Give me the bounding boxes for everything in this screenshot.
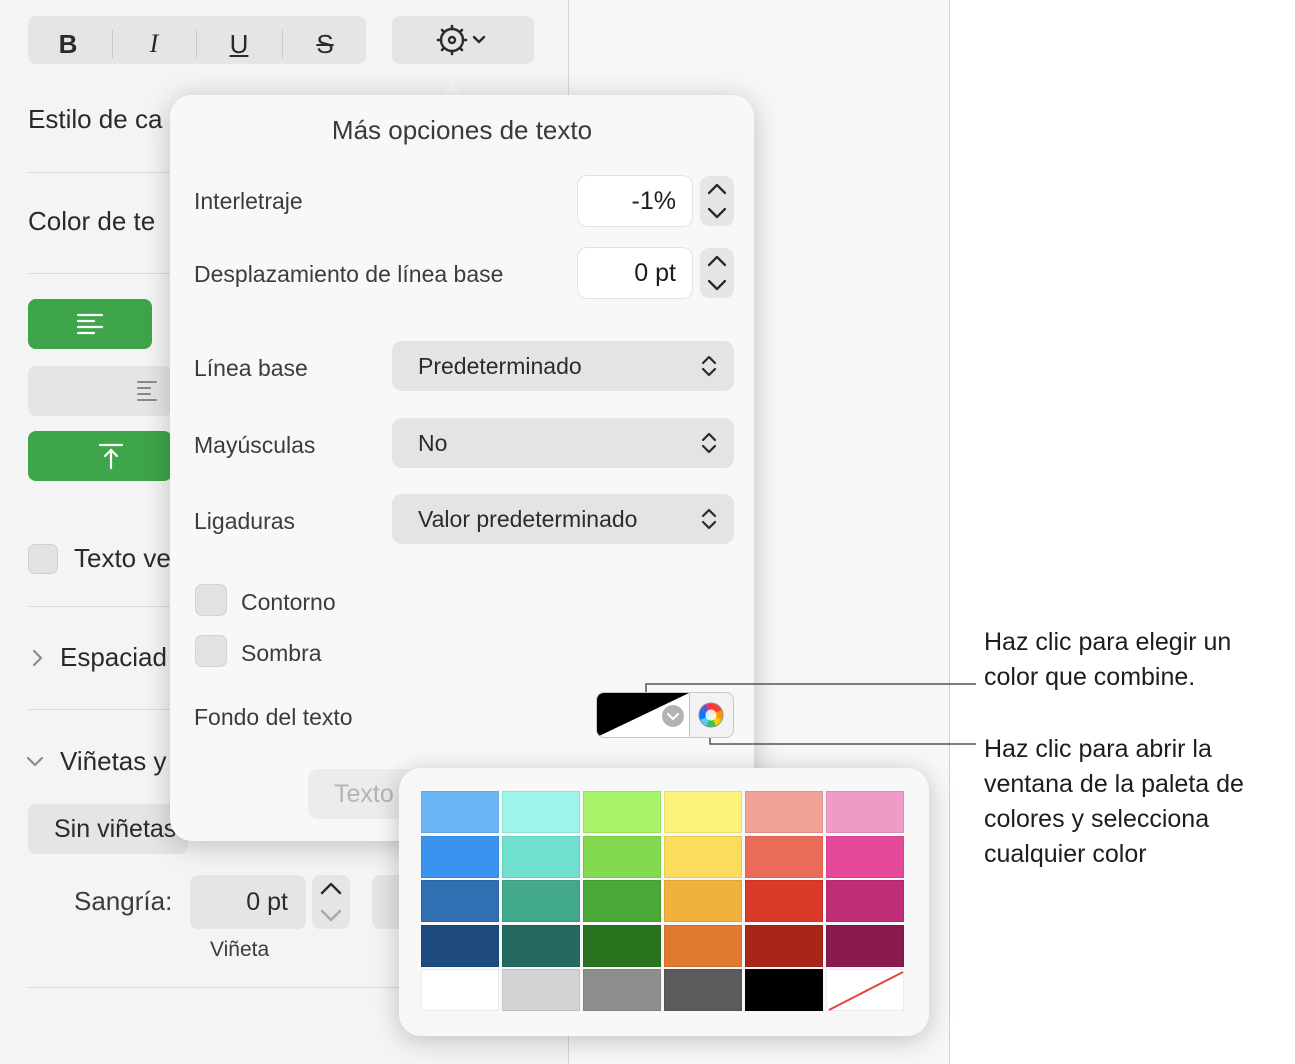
color-swatch[interactable]: [421, 924, 499, 967]
baseline-shift-stepper[interactable]: [700, 248, 734, 298]
indent-field[interactable]: 0 pt: [190, 875, 306, 929]
bullets-popup[interactable]: Sin viñetas: [28, 804, 188, 854]
stepper-arrows-icon: [320, 882, 342, 922]
italic-button[interactable]: I: [112, 24, 196, 64]
text-button-label: Texto: [334, 780, 394, 808]
chevron-down-icon: [472, 35, 486, 44]
baseline-label: Línea base: [194, 355, 308, 381]
outline-checkbox[interactable]: [195, 584, 227, 616]
bullet-caption: Viñeta: [210, 938, 270, 961]
ligatures-label: Ligaduras: [194, 508, 296, 534]
char-style-label: Estilo de ca: [28, 104, 163, 134]
no-color-swatch[interactable]: [826, 969, 904, 1011]
up-down-arrows-icon: [701, 432, 717, 454]
color-wheel-icon[interactable]: [696, 700, 726, 730]
color-swatch[interactable]: [421, 791, 499, 833]
align-top-icon: [98, 443, 124, 470]
ligatures-value: Valor predeterminado: [418, 506, 638, 532]
up-down-arrows-icon: [701, 355, 717, 377]
color-swatch[interactable]: [826, 835, 904, 878]
text-background-color-well[interactable]: [596, 692, 734, 738]
color-swatch[interactable]: [502, 835, 580, 878]
indent-label: Sangría:: [74, 886, 173, 916]
stepper-arrows-icon: [707, 183, 727, 219]
color-swatch[interactable]: [664, 880, 742, 922]
color-swatch[interactable]: [421, 880, 499, 922]
align-left-button[interactable]: [28, 299, 152, 349]
color-swatch[interactable]: [502, 924, 580, 967]
chevron-down-circle-icon[interactable]: [660, 703, 686, 729]
gear-icon: [436, 24, 486, 56]
underline-button[interactable]: U: [197, 24, 281, 64]
color-swatch[interactable]: [664, 791, 742, 833]
tracking-label: Interletraje: [194, 188, 303, 214]
baseline-shift-label: Desplazamiento de línea base: [194, 261, 504, 287]
color-swatch[interactable]: [502, 969, 580, 1011]
color-swatch[interactable]: [826, 791, 904, 833]
color-swatch[interactable]: [583, 924, 661, 967]
color-swatch[interactable]: [745, 969, 823, 1011]
color-swatch[interactable]: [583, 969, 661, 1011]
baseline-popup[interactable]: Predeterminado: [392, 341, 734, 391]
vertical-text-label: Texto ve: [74, 543, 171, 573]
caps-value: No: [418, 430, 448, 456]
shadow-label: Sombra: [241, 640, 322, 666]
color-swatch[interactable]: [502, 880, 580, 922]
chevron-right-icon[interactable]: [28, 646, 48, 670]
caps-popup[interactable]: No: [392, 418, 734, 468]
bullets-label[interactable]: Viñetas y: [60, 746, 166, 777]
color-swatch[interactable]: [664, 969, 742, 1011]
color-swatch[interactable]: [664, 924, 742, 967]
vertical-text-checkbox[interactable]: [28, 544, 58, 574]
indent-value: 0 pt: [246, 888, 288, 916]
color-swatch[interactable]: [583, 835, 661, 878]
color-swatch[interactable]: [745, 835, 823, 878]
outline-label: Contorno: [241, 589, 336, 615]
text-background-label: Fondo del texto: [194, 704, 353, 730]
callout-palette-line-1: Haz clic para abrir la: [984, 735, 1212, 763]
align-top-button[interactable]: [28, 431, 172, 481]
up-down-arrows-icon: [701, 508, 717, 530]
indent-icon: [137, 381, 157, 401]
text-color-label: Color de te: [28, 206, 156, 236]
callout-palette-line-4: cualquier color: [984, 840, 1147, 868]
baseline-shift-field[interactable]: 0 pt: [578, 248, 692, 298]
baseline-value: Predeterminado: [418, 353, 582, 379]
strikethrough-button[interactable]: S: [283, 24, 367, 64]
color-swatch[interactable]: [583, 791, 661, 833]
bullets-value: Sin viñetas: [54, 815, 177, 843]
callout-match-color-line-1: Haz clic para elegir un: [984, 628, 1232, 656]
color-swatch[interactable]: [583, 880, 661, 922]
color-swatch[interactable]: [826, 880, 904, 922]
align-left-icon: [76, 313, 104, 335]
ligatures-popup[interactable]: Valor predeterminado: [392, 494, 734, 544]
color-palette-popover: [399, 768, 929, 1036]
popover-title: Más opciones de texto: [331, 115, 593, 145]
caps-label: Mayúsculas: [194, 432, 316, 458]
color-swatch[interactable]: [826, 924, 904, 967]
advanced-options-button[interactable]: [392, 16, 534, 64]
color-swatch[interactable]: [745, 924, 823, 967]
color-swatch[interactable]: [745, 791, 823, 833]
stepper-arrows-icon: [707, 255, 727, 291]
color-swatch[interactable]: [421, 835, 499, 878]
decrease-indent-button[interactable]: [28, 366, 172, 416]
callout-palette-line-2: ventana de la paleta de: [984, 770, 1244, 798]
shadow-checkbox[interactable]: [195, 635, 227, 667]
divider: [689, 693, 690, 737]
color-swatch[interactable]: [745, 880, 823, 922]
bold-button[interactable]: B: [26, 24, 110, 64]
color-swatch[interactable]: [502, 791, 580, 833]
chevron-down-icon[interactable]: [23, 752, 47, 772]
callout-match-color-line-2: color que combine.: [984, 663, 1196, 691]
color-swatch[interactable]: [421, 969, 499, 1011]
callout-palette-line-3: colores y selecciona: [984, 805, 1210, 833]
color-swatch[interactable]: [664, 835, 742, 878]
tracking-stepper[interactable]: [700, 176, 734, 226]
indent-stepper[interactable]: [312, 875, 350, 929]
spacing-label[interactable]: Espaciad: [60, 642, 167, 673]
tracking-field[interactable]: -1%: [578, 176, 692, 226]
